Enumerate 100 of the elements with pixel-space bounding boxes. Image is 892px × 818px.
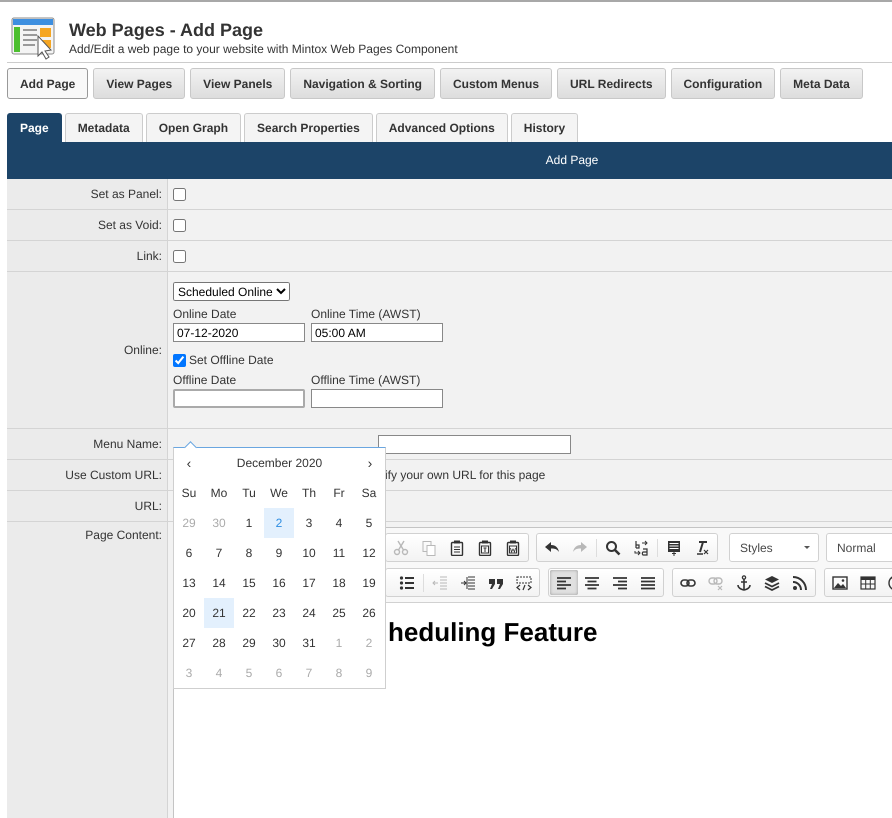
tab[interactable]: Search Properties [244, 113, 373, 142]
calendar-day[interactable]: 16 [264, 568, 294, 598]
calendar-day[interactable]: 12 [354, 538, 384, 568]
field-label: Page Content: [7, 522, 168, 818]
calendar-day[interactable]: 7 [204, 538, 234, 568]
field-label: Set as Panel: [7, 179, 168, 209]
tab[interactable]: Advanced Options [376, 113, 508, 142]
calendar-day[interactable]: 25 [324, 598, 354, 628]
field-label: Offline Date [173, 373, 238, 387]
align-center-icon [584, 574, 600, 590]
calendar-day[interactable]: 22 [234, 598, 264, 628]
calendar-day[interactable]: 6 [174, 538, 204, 568]
clipboard-icon [449, 540, 465, 556]
calendar-day[interactable]: 31 [294, 628, 324, 658]
status-dropdown[interactable]: Scheduled Online [173, 282, 290, 301]
search-icon [605, 540, 621, 556]
nav-button[interactable]: Meta Data [780, 68, 863, 99]
calendar-day[interactable]: 1 [234, 508, 264, 538]
nav-button[interactable]: Custom Menus [440, 68, 552, 99]
format-dropdown[interactable]: Styles [729, 533, 819, 562]
calendar-day[interactable]: 17 [294, 568, 324, 598]
field-label: Online: [7, 272, 168, 428]
nav-button[interactable]: View Panels [190, 68, 286, 99]
align-right-icon [612, 574, 628, 590]
tab[interactable]: Open Graph [146, 113, 242, 142]
input-field[interactable]: 05:00 AM [311, 323, 443, 342]
form-header: Add Page [7, 142, 892, 179]
weekday-label: Su [180, 485, 198, 502]
calendar-day[interactable]: 19 [354, 568, 384, 598]
calendar-day[interactable]: 9 [264, 538, 294, 568]
calendar-day[interactable]: 27 [174, 628, 204, 658]
calendar-day[interactable]: 3 [294, 508, 324, 538]
format-dropdown[interactable]: Normal [826, 533, 892, 562]
justify-icon [640, 574, 656, 590]
checkbox[interactable] [173, 219, 186, 232]
previous-month-button[interactable]: ‹ [184, 455, 194, 471]
calendar-day[interactable]: 18 [324, 568, 354, 598]
checkbox[interactable] [173, 250, 186, 263]
clear-format-icon [694, 540, 710, 556]
page-subtitle: Add/Edit a web page to your website with Mintox Web Pages Component [69, 42, 458, 56]
calendar-day[interactable]: 10 [294, 538, 324, 568]
tab[interactable]: History [510, 113, 578, 142]
next-month-button[interactable]: › [364, 455, 375, 471]
code-tag-icon [516, 574, 532, 590]
bulleted-list-icon [399, 574, 415, 590]
hint-text: ify your own URL for this page [385, 467, 546, 484]
nav-button[interactable]: Add Page [7, 68, 88, 99]
scissors-icon [393, 540, 409, 556]
page-title: Web Pages - Add Page [69, 20, 264, 40]
weekday-label: We [269, 485, 289, 502]
month-title[interactable]: December 2020 [236, 456, 322, 470]
calendar-day[interactable]: 30 [264, 628, 294, 658]
field-label: Offline Time (AWST) [311, 373, 422, 387]
calendar-day[interactable]: 21 [204, 598, 234, 628]
calendar-day[interactable]: 26 [354, 598, 384, 628]
content-heading: heduling Feature [388, 617, 598, 648]
checkbox-label: Set Offline Date [189, 353, 274, 367]
input-field[interactable] [173, 389, 305, 408]
calendar-day[interactable]: 11 [324, 538, 354, 568]
calendar-day[interactable]: 4 [324, 508, 354, 538]
align-left-icon [556, 574, 572, 590]
checkbox[interactable] [173, 354, 186, 366]
calendar-day[interactable]: 8 [234, 538, 264, 568]
field-label: Menu Name: [7, 429, 168, 459]
checkbox[interactable] [173, 188, 186, 201]
weekday-label: Sa [360, 485, 378, 502]
outdent-icon [432, 574, 448, 590]
nav-button[interactable]: View Pages [93, 68, 186, 99]
tab[interactable]: Page [7, 113, 62, 142]
weekday-label: Fr [332, 485, 346, 502]
weekday-label: Mo [210, 485, 228, 502]
nav-button[interactable]: Configuration [670, 68, 776, 99]
layers-icon [764, 574, 780, 590]
caret-icon [804, 546, 810, 549]
rss-icon [792, 574, 808, 590]
nav-button[interactable]: Navigation & Sorting [290, 68, 435, 99]
calendar-day[interactable]: 24 [294, 598, 324, 628]
calendar-day[interactable]: 13 [174, 568, 204, 598]
clipboard-icon [477, 540, 493, 556]
clipboard-icon [505, 540, 521, 556]
field-label: Online Time (AWST) [311, 307, 422, 321]
tab[interactable]: Metadata [64, 113, 143, 142]
dropdown-value: Styles [740, 540, 773, 554]
calendar-day[interactable]: 15 [234, 568, 264, 598]
calendar-day[interactable]: 20 [174, 598, 204, 628]
input-field[interactable] [378, 435, 571, 454]
input-field[interactable]: 07-12-2020 [173, 323, 305, 342]
calendar-day[interactable]: 23 [264, 598, 294, 628]
calendar-day[interactable]: 5 [354, 508, 384, 538]
copy-icon [421, 540, 437, 556]
alignleft-button[interactable] [550, 570, 578, 595]
calendar-day[interactable]: 28 [204, 628, 234, 658]
indent-icon [460, 574, 476, 590]
calendar-day[interactable]: 14 [204, 568, 234, 598]
field-label: Use Custom URL: [7, 460, 168, 490]
input-field[interactable] [311, 389, 443, 408]
table-icon [860, 574, 876, 590]
calendar-day[interactable]: 29 [234, 628, 264, 658]
nav-button[interactable]: URL Redirects [557, 68, 666, 99]
anchor-icon [736, 574, 752, 590]
